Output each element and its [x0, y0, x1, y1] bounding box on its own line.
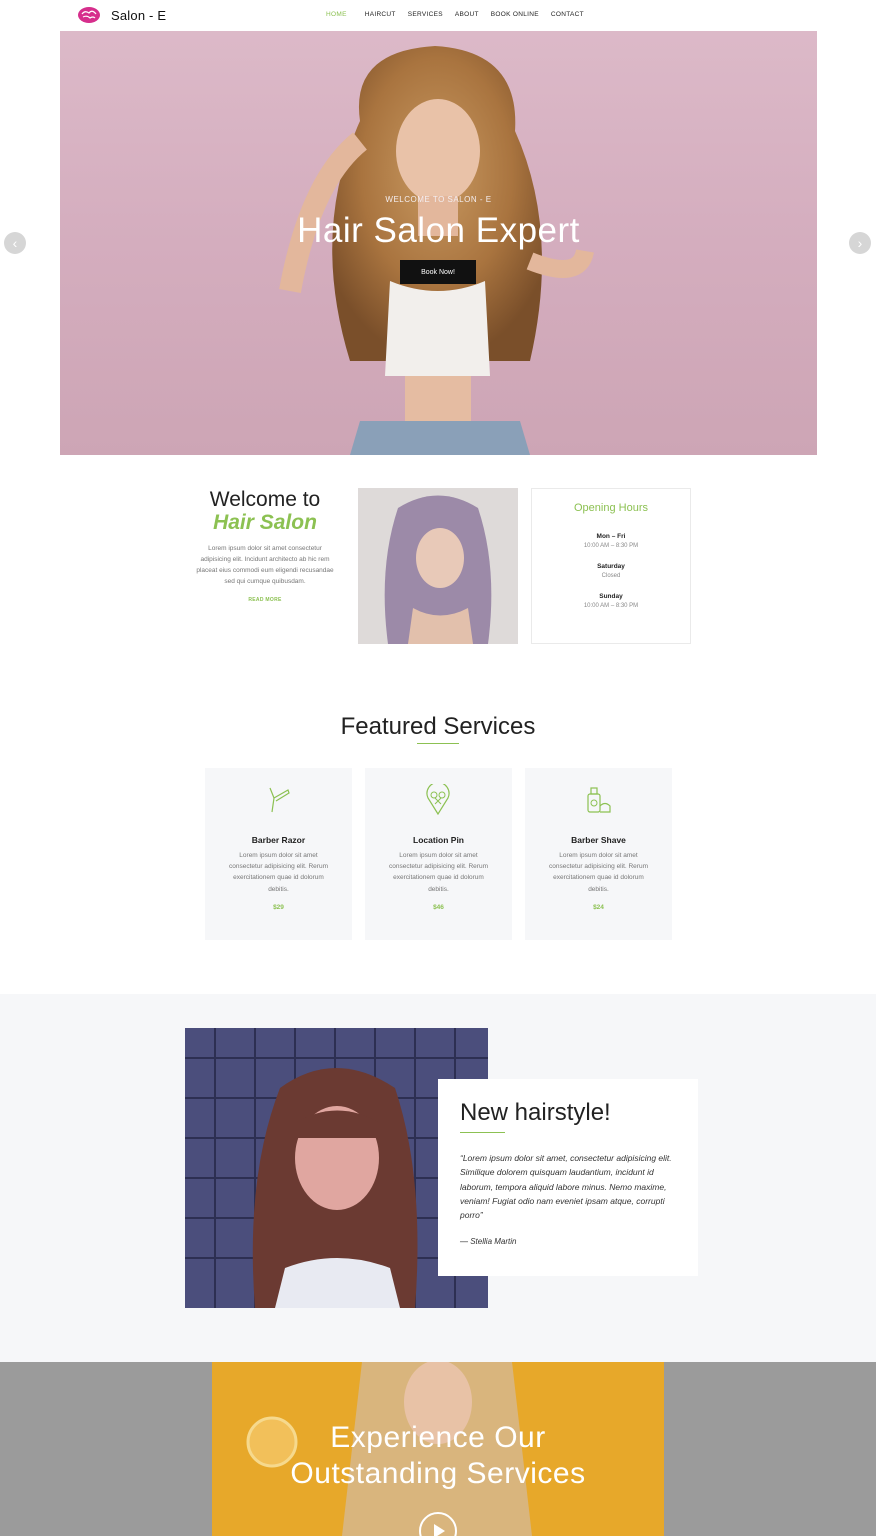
nav-book-online[interactable]: BOOK ONLINE [491, 11, 539, 18]
hours-entry: Sunday 10:00 AM – 8:30 PM [532, 593, 690, 609]
experience-section: Experience Our Outstanding Services [0, 1362, 876, 1536]
hours-entry: Mon – Fri 10:00 AM – 8:30 PM [532, 533, 690, 549]
title-divider [460, 1132, 505, 1133]
nav-haircut[interactable]: HAIRCUT [365, 11, 396, 18]
razor-icon [269, 787, 290, 813]
chevron-left-icon[interactable]: ‹ [4, 232, 26, 254]
book-now-button[interactable]: Book Now! [400, 260, 476, 284]
top-navbar: Salon - E HOME HAIRCUT SERVICES ABOUT BO… [0, 0, 876, 31]
hero-title: Hair Salon Expert [297, 211, 580, 250]
service-card[interactable]: Barber Razor Lorem ipsum dolor sit amet … [205, 768, 352, 940]
opening-hours-title: Opening Hours [574, 502, 648, 514]
hours-time: Closed [601, 573, 621, 579]
service-card[interactable]: Barber Shave Lorem ipsum dolor sit amet … [525, 768, 672, 940]
read-more-link[interactable]: READ MORE [190, 597, 340, 603]
featured-services-title: Featured Services [340, 713, 536, 740]
opening-hours-card: Opening Hours Mon – Fri 10:00 AM – 8:30 … [531, 488, 691, 644]
service-desc: Lorem ipsum dolor sit amet consectetur a… [549, 852, 648, 893]
hero-slider: WELCOME TO SALON - E Hair Salon Expert B… [60, 31, 817, 455]
service-name: Location Pin [413, 835, 464, 845]
hours-time: 10:00 AM – 8:30 PM [583, 543, 639, 549]
experience-line-2: Outstanding Services [290, 1457, 586, 1490]
service-name: Barber Razor [251, 835, 306, 845]
service-card[interactable]: Location Pin Lorem ipsum dolor sit amet … [365, 768, 512, 940]
service-name: Barber Shave [571, 835, 626, 845]
shave-bottle-icon [587, 787, 611, 813]
hours-time: 10:00 AM – 8:30 PM [583, 603, 639, 609]
title-divider [417, 743, 459, 744]
hours-day: Mon – Fri [596, 533, 626, 540]
hours-entry: Saturday Closed [532, 563, 690, 579]
service-desc: Lorem ipsum dolor sit amet consectetur a… [229, 852, 328, 893]
nav-home[interactable]: HOME [326, 11, 347, 18]
service-price: $46 [433, 904, 444, 911]
welcome-text: Lorem ipsum dolor sit amet consectetur a… [196, 545, 334, 585]
main-menu: HOME HAIRCUT SERVICES ABOUT BOOK ONLINE … [320, 11, 596, 18]
welcome-title: Welcome to [209, 488, 321, 511]
nav-services[interactable]: SERVICES [408, 11, 443, 18]
quote-author: — Stellia Martin [460, 1237, 517, 1246]
welcome-subtitle: Hair Salon [213, 511, 317, 534]
hairstyle-quote: “Lorem ipsum dolor sit amet, consectetur… [460, 1153, 672, 1221]
hours-day: Sunday [599, 593, 623, 600]
hairstyle-title: New hairstyle! [460, 1099, 611, 1126]
location-pin-scissors-icon [426, 784, 450, 816]
salon-photo [358, 488, 518, 644]
service-price: $24 [593, 904, 604, 911]
chevron-right-icon[interactable]: › [849, 232, 871, 254]
service-price: $29 [273, 904, 284, 911]
hero-kicker: WELCOME TO SALON - E [385, 195, 492, 204]
nav-contact[interactable]: CONTACT [551, 11, 584, 18]
hours-day: Saturday [597, 563, 625, 570]
experience-title: Experience Our Outstanding Services [212, 1420, 664, 1492]
service-desc: Lorem ipsum dolor sit amet consectetur a… [389, 852, 488, 893]
hairstyle-card: New hairstyle! “Lorem ipsum dolor sit am… [438, 1079, 698, 1276]
play-icon[interactable] [419, 1512, 457, 1536]
brand-name[interactable]: Salon - E [111, 8, 166, 23]
nav-about[interactable]: ABOUT [455, 11, 479, 18]
experience-line-1: Experience Our [330, 1421, 546, 1454]
brain-icon[interactable] [77, 5, 101, 25]
